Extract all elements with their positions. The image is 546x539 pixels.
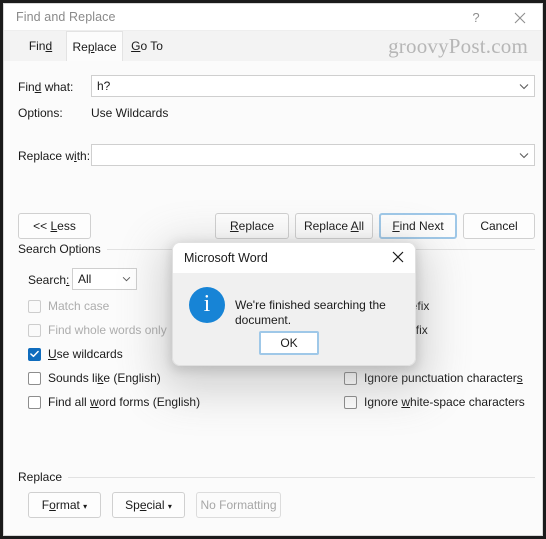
checkbox-find-whole-words-only[interactable]: Find whole words only bbox=[28, 323, 167, 337]
help-button[interactable]: ? bbox=[454, 4, 498, 31]
checkbox-box bbox=[28, 371, 41, 385]
replace-all-button-label: Replace All bbox=[303, 219, 365, 233]
close-icon bbox=[392, 251, 404, 266]
special-button[interactable]: Special ▾ bbox=[112, 492, 185, 518]
checkbox-box bbox=[344, 395, 357, 409]
replace-group-label: Replace bbox=[18, 470, 69, 484]
close-button[interactable] bbox=[498, 4, 542, 31]
checkbox-box bbox=[28, 299, 41, 313]
tab-find-label: Find bbox=[28, 39, 53, 53]
search-scope-select[interactable]: All bbox=[72, 268, 137, 290]
replace-button-label: Replace bbox=[229, 219, 275, 233]
tab-replace[interactable]: Replace bbox=[66, 31, 123, 61]
search-scope-label: Search: bbox=[28, 273, 70, 287]
replace-button[interactable]: Replace bbox=[215, 213, 289, 239]
less-button[interactable]: << Less bbox=[18, 213, 91, 239]
checkbox-match-case-label: Match case bbox=[48, 299, 110, 313]
info-circle-icon: i bbox=[189, 287, 225, 323]
checkbox-sounds-like-label: Sounds like (English) bbox=[48, 371, 161, 385]
tab-find[interactable]: Find bbox=[15, 31, 66, 61]
modal-ok-label: OK bbox=[280, 336, 298, 350]
chevron-down-icon[interactable] bbox=[116, 269, 136, 289]
microsoft-word-message-dialog: Microsoft Word i We're finished searchin… bbox=[172, 242, 416, 366]
format-button-label: Format ▾ bbox=[41, 498, 88, 512]
find-what-value: h? bbox=[97, 79, 111, 93]
checkbox-find-all-word-forms-label: Find all word forms (English) bbox=[48, 395, 201, 409]
window-titlebar: Find and Replace ? bbox=[4, 4, 542, 31]
checkbox-ignore-white-space-characters-label: Ignore white-space characters bbox=[364, 395, 525, 409]
checkbox-box bbox=[344, 371, 357, 385]
cancel-button-label: Cancel bbox=[480, 219, 518, 233]
info-glyph: i bbox=[203, 291, 211, 317]
tab-replace-label: Replace bbox=[72, 39, 117, 54]
find-what-label: Find what: bbox=[18, 80, 74, 94]
checkbox-find-whole-words-only-label: Find whole words only bbox=[48, 323, 167, 337]
checkbox-box bbox=[28, 347, 41, 361]
find-and-replace-window: Find and Replace ? Find Replace Go To gr… bbox=[3, 3, 543, 536]
special-button-label: Special ▾ bbox=[125, 498, 172, 512]
options-label: Options: bbox=[18, 106, 63, 120]
watermark-groovypost: groovyPost.com bbox=[388, 34, 528, 58]
chevron-down-icon[interactable] bbox=[514, 76, 534, 96]
question-mark-icon: ? bbox=[472, 10, 480, 25]
checkbox-ignore-punctuation-characters[interactable]: Ignore punctuation characters bbox=[344, 371, 523, 385]
checkbox-sounds-like[interactable]: Sounds like (English) bbox=[28, 371, 161, 385]
checkbox-ignore-punctuation-characters-label: Ignore punctuation characters bbox=[364, 371, 523, 385]
modal-titlebar: Microsoft Word bbox=[173, 243, 415, 273]
no-formatting-button-label: No Formatting bbox=[200, 498, 277, 512]
find-next-button-label: Find Next bbox=[392, 219, 444, 233]
checkbox-use-wildcards[interactable]: Use wildcards bbox=[28, 347, 123, 361]
options-value: Use Wildcards bbox=[91, 106, 169, 120]
checkbox-find-all-word-forms[interactable]: Find all word forms (English) bbox=[28, 395, 200, 409]
tab-goto-label: Go To bbox=[131, 39, 163, 53]
replace-group-divider bbox=[67, 477, 535, 478]
find-what-input[interactable]: h? bbox=[91, 75, 535, 97]
checkbox-box bbox=[28, 323, 41, 337]
replace-all-button[interactable]: Replace All bbox=[295, 213, 373, 239]
cancel-button[interactable]: Cancel bbox=[463, 213, 535, 239]
checkbox-match-case[interactable]: Match case bbox=[28, 299, 109, 313]
modal-ok-button[interactable]: OK bbox=[259, 331, 319, 355]
checkbox-ignore-white-space-characters[interactable]: Ignore white-space characters bbox=[344, 395, 525, 409]
chevron-down-icon[interactable] bbox=[514, 145, 534, 165]
modal-close-button[interactable] bbox=[381, 243, 415, 273]
tab-goto[interactable]: Go To bbox=[123, 31, 171, 61]
no-formatting-button: No Formatting bbox=[196, 492, 281, 518]
modal-message: We're finished searching the document. bbox=[235, 298, 386, 327]
checkbox-use-wildcards-label: Use wildcards bbox=[48, 347, 123, 361]
checkbox-box bbox=[28, 395, 41, 409]
find-next-button[interactable]: Find Next bbox=[379, 213, 457, 239]
format-button[interactable]: Format ▾ bbox=[28, 492, 101, 518]
close-icon bbox=[514, 12, 526, 24]
search-options-group-label: Search Options bbox=[18, 242, 107, 256]
search-scope-value: All bbox=[78, 272, 92, 286]
modal-title: Microsoft Word bbox=[184, 251, 268, 265]
replace-with-input[interactable] bbox=[91, 144, 535, 166]
window-title: Find and Replace bbox=[16, 10, 116, 24]
replace-with-label: Replace with: bbox=[18, 149, 91, 163]
less-button-label: << Less bbox=[33, 219, 76, 233]
